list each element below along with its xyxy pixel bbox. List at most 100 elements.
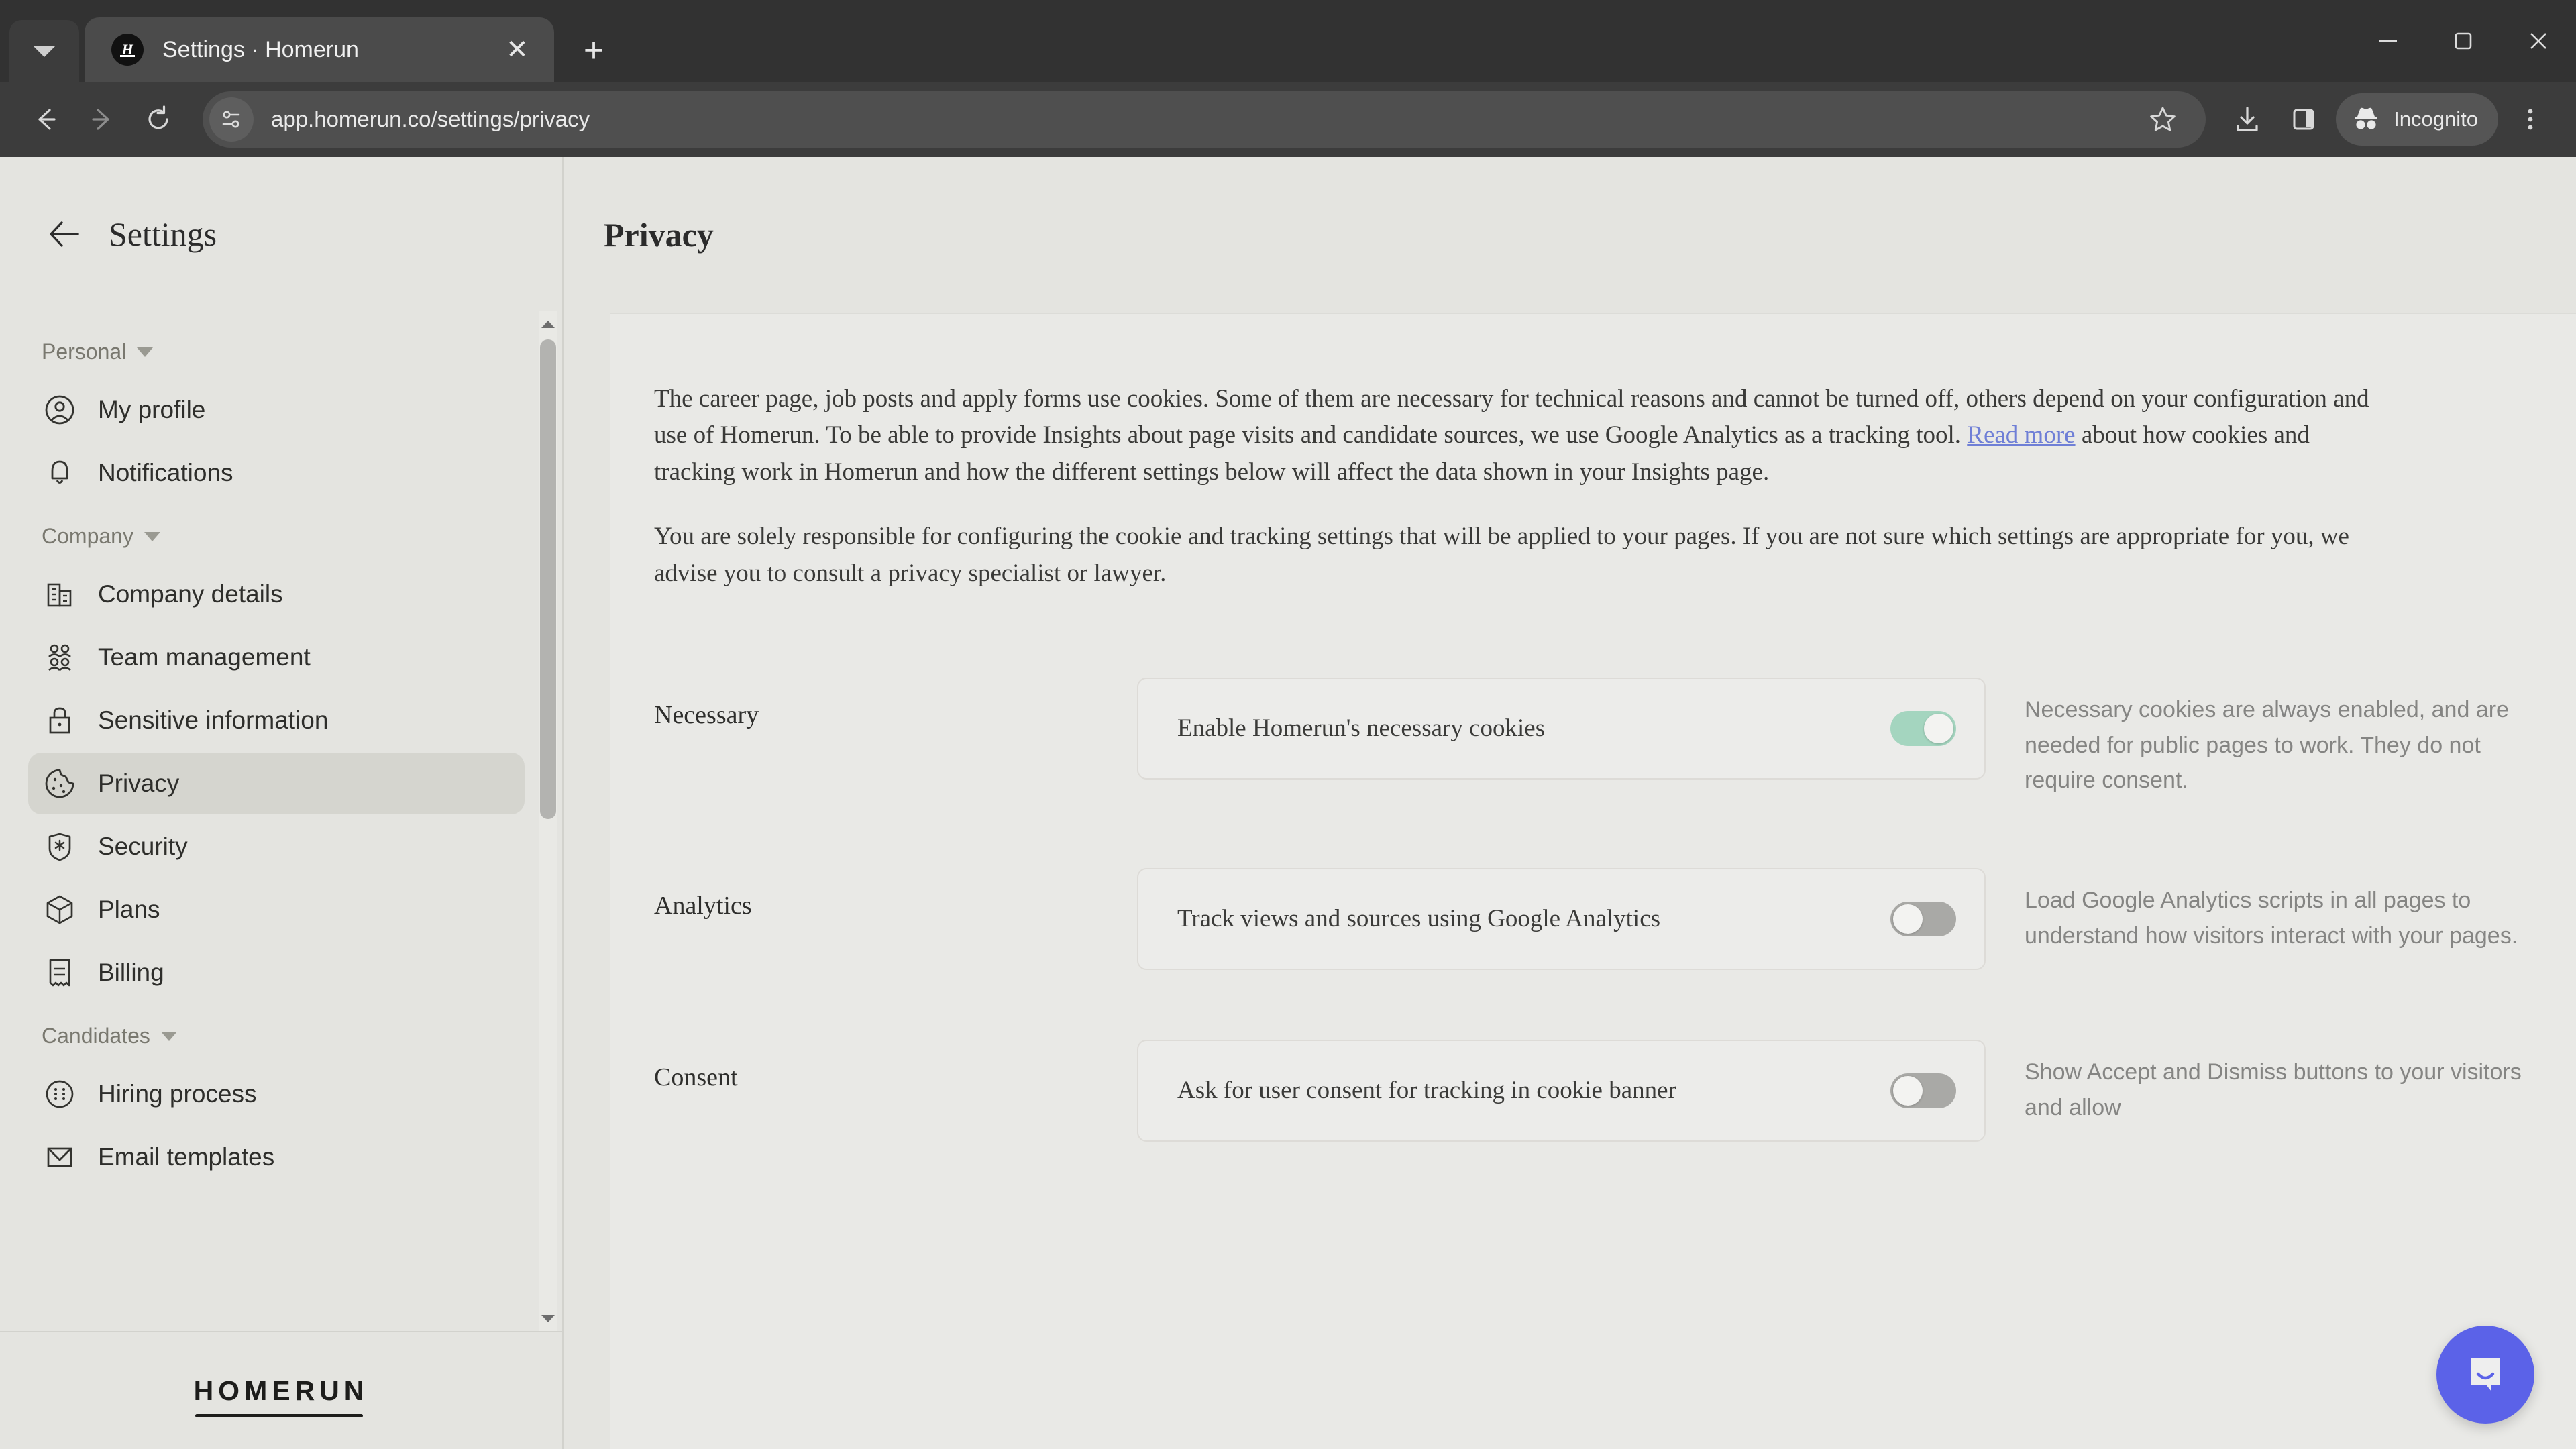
- incognito-icon: [2351, 105, 2381, 135]
- nav-group-label: Company: [42, 524, 133, 548]
- sidebar-item-notifications[interactable]: Notifications: [28, 442, 525, 504]
- sidebar-item-my-profile[interactable]: My profile: [28, 379, 525, 441]
- bell-icon: [42, 455, 78, 491]
- setting-label: Consent: [654, 1063, 738, 1091]
- download-icon[interactable]: [2219, 91, 2275, 148]
- page-title: Privacy: [604, 216, 714, 254]
- setting-description: Show Accept and Dismiss buttons to your …: [2025, 1059, 2522, 1120]
- sidebar-item-privacy[interactable]: Privacy: [28, 753, 525, 814]
- sidebar-item-security[interactable]: Security: [28, 816, 525, 877]
- toggle-switch-consent[interactable]: [1890, 1073, 1956, 1108]
- scroll-down-icon[interactable]: [539, 1309, 557, 1327]
- sidebar-item-label: Billing: [98, 959, 164, 986]
- privacy-intro-paragraph: The career page, job posts and apply for…: [610, 381, 2435, 490]
- sidebar-nav: Personal My profile Notifications Compan…: [0, 311, 562, 1331]
- homerun-logo: HOMERUN: [193, 1375, 369, 1417]
- browser-window: H Settings · Homerun ✕ + app.homerun.co/…: [0, 0, 2576, 1449]
- new-tab-button[interactable]: +: [569, 25, 619, 75]
- sidebar-item-label: Security: [98, 833, 188, 860]
- close-icon[interactable]: ✕: [498, 30, 537, 69]
- process-circle-icon: [42, 1076, 78, 1112]
- kebab-menu-icon[interactable]: [2502, 91, 2559, 148]
- nav-group-candidates[interactable]: Candidates: [0, 1005, 562, 1062]
- back-arrow-icon[interactable]: [17, 91, 74, 148]
- envelope-icon: [42, 1139, 78, 1175]
- setting-row-analytics: Analytics Track views and sources using …: [610, 855, 2576, 970]
- privacy-settings-rows: Necessary Enable Homerun's necessary coo…: [610, 664, 2576, 1142]
- sidebar-item-team-management[interactable]: Team management: [28, 627, 525, 688]
- privacy-card: The career page, job posts and apply for…: [610, 313, 2576, 1449]
- nav-group-label: Personal: [42, 339, 127, 364]
- profile-label: Incognito: [2394, 107, 2478, 131]
- setting-description: Load Google Analytics scripts in all pag…: [2025, 887, 2518, 949]
- setting-row-consent: Consent Ask for user consent for trackin…: [610, 1026, 2576, 1142]
- forward-arrow-icon[interactable]: [74, 91, 130, 148]
- browser-toolbar: app.homerun.co/settings/privacy Incognit…: [0, 82, 2576, 157]
- setting-description: Necessary cookies are always enabled, an…: [2025, 696, 2509, 794]
- chevron-down-icon: [160, 1031, 177, 1041]
- sidebar-item-label: Email templates: [98, 1143, 275, 1171]
- browser-tab[interactable]: H Settings · Homerun ✕: [85, 17, 554, 82]
- toggle-card-necessary[interactable]: Enable Homerun's necessary cookies: [1137, 677, 1986, 780]
- setting-label: Necessary: [654, 700, 759, 729]
- people-icon: [42, 639, 78, 676]
- sidebar-scrollbar[interactable]: [539, 311, 557, 1331]
- reload-icon[interactable]: [130, 91, 186, 148]
- sidebar-item-hiring-process[interactable]: Hiring process: [28, 1063, 525, 1125]
- main-content: Privacy The career page, job posts and a…: [564, 157, 2576, 1449]
- chevron-down-icon: [144, 531, 160, 541]
- toggle-card-analytics[interactable]: Track views and sources using Google Ana…: [1137, 867, 1986, 970]
- settings-sidebar: Settings Personal My profile Notificatio…: [0, 157, 564, 1449]
- sidebar-item-plans[interactable]: Plans: [28, 879, 525, 941]
- sidebar-title: Settings: [109, 215, 217, 253]
- toggle-card-consent[interactable]: Ask for user consent for tracking in coo…: [1137, 1039, 1986, 1142]
- window-close-icon[interactable]: [2501, 0, 2576, 82]
- address-bar[interactable]: app.homerun.co/settings/privacy: [203, 91, 2206, 148]
- setting-row-necessary: Necessary Enable Homerun's necessary coo…: [610, 664, 2576, 798]
- side-panel-icon[interactable]: [2275, 91, 2332, 148]
- cookie-icon: [42, 765, 78, 802]
- profile-incognito-button[interactable]: Incognito: [2336, 93, 2498, 146]
- star-icon[interactable]: [2135, 91, 2191, 148]
- chevron-down-icon: [137, 347, 154, 357]
- nav-group-personal[interactable]: Personal: [0, 321, 562, 378]
- minimize-icon[interactable]: [2351, 0, 2426, 82]
- receipt-icon: [42, 955, 78, 991]
- maximize-icon[interactable]: [2426, 0, 2501, 82]
- shield-star-icon: [42, 828, 78, 865]
- scrollbar-thumb[interactable]: [540, 339, 556, 819]
- setting-label: Analytics: [654, 891, 752, 920]
- main-header: Privacy: [564, 157, 2576, 313]
- content-scroll-area: The career page, job posts and apply for…: [564, 313, 2576, 1449]
- nav-group-company[interactable]: Company: [0, 505, 562, 562]
- favicon-homerun: H: [111, 34, 144, 66]
- sidebar-item-label: Notifications: [98, 459, 233, 486]
- back-arrow-icon[interactable]: [46, 213, 87, 255]
- sidebar-item-label: Team management: [98, 643, 311, 671]
- window-controls: [2351, 0, 2576, 82]
- toggle-label: Enable Homerun's necessary cookies: [1177, 714, 1546, 742]
- sidebar-item-company-details[interactable]: Company details: [28, 564, 525, 625]
- toggle-switch-analytics[interactable]: [1890, 901, 1956, 936]
- site-settings-icon[interactable]: [209, 97, 254, 142]
- scroll-up-icon[interactable]: [539, 315, 557, 333]
- lock-icon: [42, 702, 78, 739]
- read-more-link[interactable]: Read more: [1967, 421, 2075, 449]
- building-icon: [42, 576, 78, 612]
- chat-widget-button[interactable]: [2436, 1326, 2534, 1424]
- toggle-switch-necessary[interactable]: [1890, 710, 1956, 746]
- chevron-down-icon: [33, 45, 56, 57]
- sidebar-item-billing[interactable]: Billing: [28, 942, 525, 1004]
- sidebar-item-sensitive-information[interactable]: Sensitive information: [28, 690, 525, 751]
- tab-title: Settings · Homerun: [162, 36, 359, 62]
- url-text: app.homerun.co/settings/privacy: [271, 107, 590, 131]
- sidebar-header: Settings: [0, 157, 562, 311]
- box-icon: [42, 892, 78, 928]
- user-circle-icon: [42, 392, 78, 428]
- sidebar-item-label: Plans: [98, 896, 160, 923]
- tab-search-button[interactable]: [9, 20, 79, 82]
- sidebar-item-label: My profile: [98, 396, 206, 423]
- app-body: Settings Personal My profile Notificatio…: [0, 157, 2576, 1449]
- sidebar-item-email-templates[interactable]: Email templates: [28, 1126, 525, 1188]
- toggle-label: Track views and sources using Google Ana…: [1177, 904, 1661, 932]
